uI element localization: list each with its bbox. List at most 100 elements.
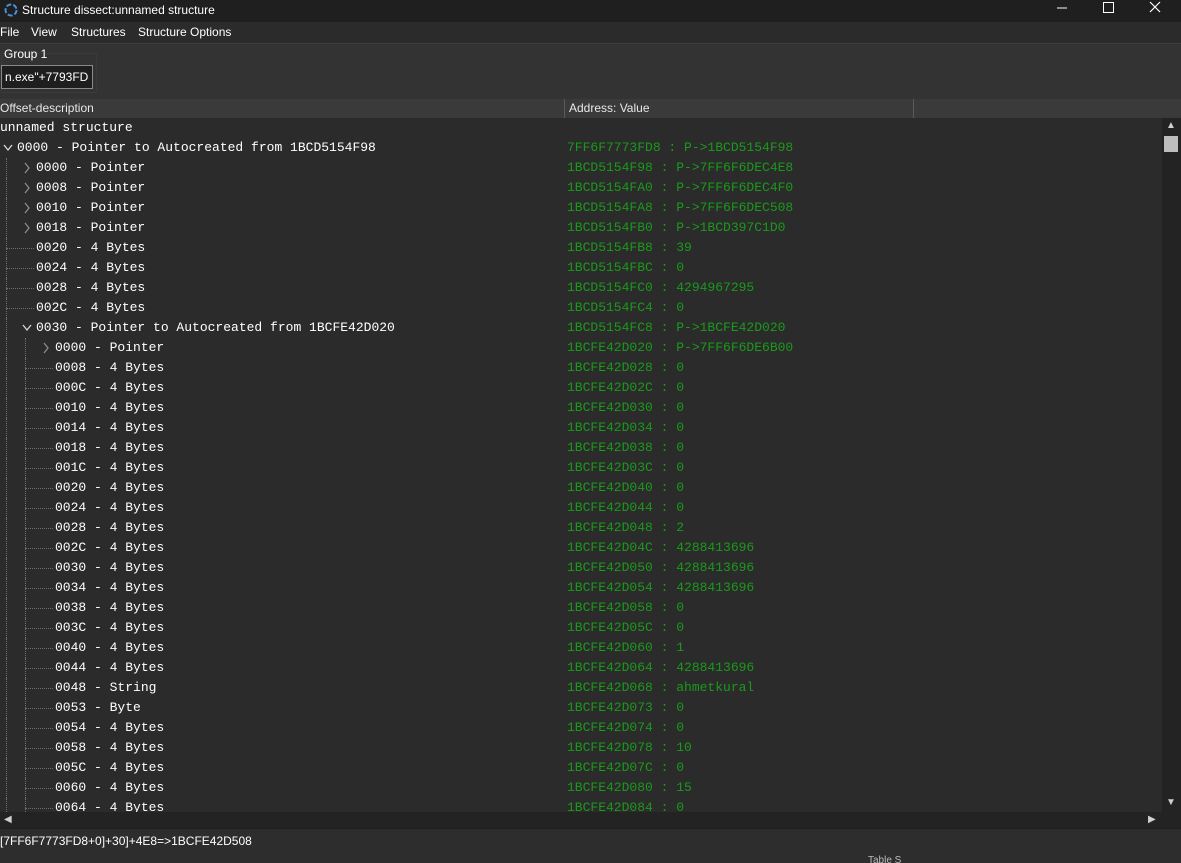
- tree-branch-line: [25, 428, 53, 429]
- tree-row[interactable]: 0038 - 4 Bytes 1BCFE42D058 : 0: [0, 598, 1162, 618]
- horizontal-scrollbar[interactable]: ◀ ▶: [0, 812, 1162, 828]
- tree-row[interactable]: 0010 - Pointer 1BCD5154FA8 : P->7FF6F6DEC…: [0, 198, 1162, 218]
- tree-row[interactable]: 0014 - 4 Bytes 1BCFE42D034 : 0: [0, 418, 1162, 438]
- offset-description: 0048 - String: [55, 680, 157, 695]
- chevron-down-icon[interactable]: [22, 322, 32, 334]
- maximize-icon: [1103, 2, 1114, 13]
- menu-structures[interactable]: Structures: [71, 25, 126, 39]
- menu-file[interactable]: File: [0, 25, 19, 39]
- address-input[interactable]: [1, 65, 93, 89]
- tree-branch-line: [25, 768, 53, 769]
- address-value: 1BCD5154F98 : P->7FF6F6DEC4E8: [567, 160, 794, 175]
- tree-root[interactable]: unnamed structure: [0, 118, 1162, 138]
- tree-row[interactable]: 003C - 4 Bytes 1BCFE42D05C : 0: [0, 618, 1162, 638]
- tree-guide-line: [6, 778, 7, 798]
- chevron-right-icon[interactable]: [22, 182, 32, 194]
- tree-row[interactable]: 0028 - 4 Bytes 1BCD5154FC0 : 4294967295: [0, 278, 1162, 298]
- tree-row[interactable]: 000C - 4 Bytes 1BCFE42D02C : 0: [0, 378, 1162, 398]
- tree-row[interactable]: 0053 - Byte 1BCFE42D073 : 0: [0, 698, 1162, 718]
- offset-description: 0024 - 4 Bytes: [36, 260, 146, 275]
- address-value: 1BCFE42D04C : 4288413696: [567, 540, 755, 555]
- tree-row[interactable]: 0024 - 4 Bytes 1BCD5154FBC : 0: [0, 258, 1162, 278]
- minimize-button[interactable]: [1039, 0, 1085, 22]
- scroll-down-icon[interactable]: ▼: [1166, 798, 1176, 808]
- title-bar: Structure dissect:unnamed structure: [0, 0, 1181, 22]
- tree-row[interactable]: 001C - 4 Bytes 1BCFE42D03C : 0: [0, 458, 1162, 478]
- scroll-right-icon[interactable]: ▶: [1148, 815, 1156, 825]
- tree-guide-line: [6, 158, 7, 178]
- tree-row[interactable]: 0000 - Pointer 1BCD5154F98 : P->7FF6F6DEC…: [0, 158, 1162, 178]
- menu-view[interactable]: View: [31, 25, 57, 39]
- address-value: 1BCD5154FC0 : 4294967295: [567, 280, 755, 295]
- tree-row[interactable]: 0044 - 4 Bytes 1BCFE42D064 : 4288413696: [0, 658, 1162, 678]
- chevron-right-icon[interactable]: [22, 202, 32, 214]
- vertical-scrollbar[interactable]: ▲ ▼: [1162, 118, 1181, 812]
- status-address-path: [7FF6F7773FD8+0]+30]+4E8=>1BCFE42D508: [0, 834, 252, 848]
- tree-row[interactable]: 0028 - 4 Bytes 1BCFE42D048 : 2: [0, 518, 1162, 538]
- column-divider[interactable]: [564, 99, 565, 118]
- column-offset-description[interactable]: Offset-description: [0, 99, 94, 118]
- tree-row[interactable]: 0018 - Pointer 1BCD5154FB0 : P->1BCD397C1…: [0, 218, 1162, 238]
- tree-row[interactable]: 0030 - Pointer to Autocreated from 1BCFE…: [0, 318, 1162, 338]
- tree-row[interactable]: 0000 - Pointer 1BCFE42D020 : P->7FF6F6DE6…: [0, 338, 1162, 358]
- tree-row[interactable]: 0048 - String 1BCFE42D068 : ahmetkural: [0, 678, 1162, 698]
- offset-description: 003C - 4 Bytes: [55, 620, 165, 635]
- structure-tree[interactable]: unnamed structure 0000 - Pointer to Auto…: [0, 118, 1162, 812]
- tree-row[interactable]: 0008 - Pointer 1BCD5154FA0 : P->7FF6F6DEC…: [0, 178, 1162, 198]
- offset-description: 0058 - 4 Bytes: [55, 740, 165, 755]
- tree-guide-line: [6, 618, 7, 638]
- tree-guide-line: [6, 498, 7, 518]
- offset-description: 0028 - 4 Bytes: [36, 280, 146, 295]
- tree-row[interactable]: 0058 - 4 Bytes 1BCFE42D078 : 10: [0, 738, 1162, 758]
- address-value: 1BCFE42D064 : 4288413696: [567, 660, 755, 675]
- vertical-scroll-thumb[interactable]: [1164, 136, 1178, 152]
- tree-branch-line: [25, 748, 53, 749]
- tree-row[interactable]: 0010 - 4 Bytes 1BCFE42D030 : 0: [0, 398, 1162, 418]
- tree-guide-line: [6, 638, 7, 658]
- tree-guide-line: [6, 558, 7, 578]
- menu-structure-options[interactable]: Structure Options: [138, 25, 231, 39]
- tree-row[interactable]: 0000 - Pointer to Autocreated from 1BCD5…: [0, 138, 1162, 158]
- tree-row[interactable]: 0060 - 4 Bytes 1BCFE42D080 : 15: [0, 778, 1162, 798]
- tree-row[interactable]: 0020 - 4 Bytes 1BCD5154FB8 : 39: [0, 238, 1162, 258]
- tree-row[interactable]: 0024 - 4 Bytes 1BCFE42D044 : 0: [0, 498, 1162, 518]
- tree-row[interactable]: 0018 - 4 Bytes 1BCFE42D038 : 0: [0, 438, 1162, 458]
- address-value: 1BCFE42D054 : 4288413696: [567, 580, 755, 595]
- group-label: Group 1: [4, 47, 48, 61]
- scroll-up-icon[interactable]: ▲: [1166, 121, 1176, 131]
- tree-row[interactable]: 0054 - 4 Bytes 1BCFE42D074 : 0: [0, 718, 1162, 738]
- offset-description: 0000 - Pointer: [55, 340, 165, 355]
- offset-description: 0000 - Pointer to Autocreated from 1BCD5…: [17, 140, 376, 155]
- tree-guide-line: [6, 518, 7, 538]
- tree-row[interactable]: 002C - 4 Bytes 1BCFE42D04C : 4288413696: [0, 538, 1162, 558]
- scroll-left-icon[interactable]: ◀: [4, 815, 12, 825]
- tree-guide-line: [6, 318, 7, 338]
- chevron-right-icon[interactable]: [22, 222, 32, 234]
- chevron-down-icon[interactable]: [3, 142, 13, 154]
- offset-description: 001C - 4 Bytes: [55, 460, 165, 475]
- tree-row[interactable]: 0034 - 4 Bytes 1BCFE42D054 : 4288413696: [0, 578, 1162, 598]
- address-value: 1BCFE42D05C : 0: [567, 620, 685, 635]
- offset-description: 0020 - 4 Bytes: [36, 240, 146, 255]
- tree-row[interactable]: 0008 - 4 Bytes 1BCFE42D028 : 0: [0, 358, 1162, 378]
- tree-row[interactable]: 0030 - 4 Bytes 1BCFE42D050 : 4288413696: [0, 558, 1162, 578]
- column-address-value[interactable]: Address: Value: [569, 99, 650, 118]
- close-button[interactable]: [1133, 0, 1179, 22]
- tree-branch-line: [25, 688, 53, 689]
- tree-row[interactable]: 002C - 4 Bytes 1BCD5154FC4 : 0: [0, 298, 1162, 318]
- address-value: 1BCFE42D080 : 15: [567, 780, 692, 795]
- tree-row[interactable]: 005C - 4 Bytes 1BCFE42D07C : 0: [0, 758, 1162, 778]
- tree-guide-line: [6, 598, 7, 618]
- tree-row[interactable]: 0064 - 4 Bytes 1BCFE42D084 : 0: [0, 798, 1162, 812]
- tree-guide-line: [25, 798, 26, 812]
- tree-guide-line: [6, 798, 7, 812]
- tree-branch-line: [6, 288, 34, 289]
- chevron-right-icon[interactable]: [22, 162, 32, 174]
- tree-row[interactable]: 0020 - 4 Bytes 1BCFE42D040 : 0: [0, 478, 1162, 498]
- tree-row[interactable]: 0040 - 4 Bytes 1BCFE42D060 : 1: [0, 638, 1162, 658]
- tree-guide-line: [6, 218, 7, 238]
- maximize-button[interactable]: [1085, 0, 1131, 22]
- column-divider[interactable]: [913, 99, 914, 118]
- offset-description: 0030 - 4 Bytes: [55, 560, 165, 575]
- chevron-right-icon[interactable]: [41, 342, 51, 354]
